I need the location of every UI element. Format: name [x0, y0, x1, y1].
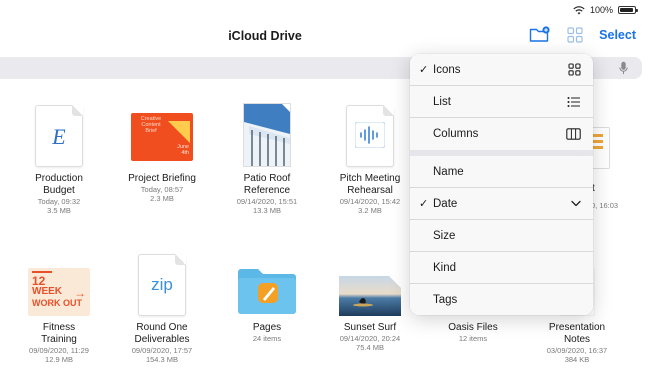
- file-size: 75.4 MB: [356, 343, 384, 352]
- screen: 100% iCloud Drive Select E Production Bu…: [0, 0, 650, 386]
- wifi-icon: [573, 6, 585, 15]
- keynote-letter: E: [52, 124, 66, 149]
- menu-item-name[interactable]: Name: [410, 156, 593, 188]
- audio-document-icon: [346, 105, 394, 167]
- list-icon: [567, 96, 581, 108]
- file-size: 12.9 MB: [45, 355, 73, 364]
- grid-view-icon[interactable]: [567, 26, 583, 43]
- menu-item-size[interactable]: Size: [410, 220, 593, 252]
- brief-title: Creative Content Brief: [140, 116, 162, 134]
- nav-actions: Select: [529, 26, 636, 43]
- menu-item-label: Name: [433, 165, 464, 178]
- file-size: 13.3 MB: [253, 206, 281, 215]
- menu-item-label: Size: [433, 229, 456, 242]
- file-date: 03/09/2020, 16:37: [546, 346, 608, 355]
- menu-item-list[interactable]: List: [410, 86, 593, 118]
- zip-label: zip: [151, 275, 173, 294]
- file-thumbnail: [225, 103, 309, 167]
- file-tile[interactable]: E Production Budget Today, 09:32 3.5 MB: [17, 103, 101, 215]
- file-thumbnail: 12 WEEK WORK OUT →: [17, 252, 101, 316]
- file-tile[interactable]: Sunset Surf 09/14/2020, 20:24 75.4 MB: [328, 252, 412, 352]
- grid-icon: [568, 63, 581, 76]
- file-date: 09/14/2020, 15:42: [339, 197, 401, 206]
- folder-item-count: 24 items: [252, 334, 282, 343]
- file-tile[interactable]: Creative Content Brief June 4th Project …: [120, 103, 204, 203]
- file-date: Today, 09:32: [37, 197, 81, 206]
- columns-icon: [566, 128, 581, 140]
- file-date: 09/09/2020, 11:29: [29, 346, 89, 355]
- file-tile[interactable]: Pages 24 items: [225, 252, 309, 343]
- zip-archive-icon: zip: [138, 254, 186, 316]
- battery-icon: [618, 6, 638, 14]
- architecture-image: [243, 103, 291, 167]
- status-bar: 100%: [573, 4, 638, 16]
- file-date: 0, 16:03: [591, 201, 619, 210]
- surf-video-image: [339, 276, 401, 316]
- file-tile[interactable]: 12 WEEK WORK OUT → Fitness Training 09/09…: [17, 252, 101, 364]
- workout-week: WEEK: [32, 286, 62, 297]
- brief-date: June 4th: [177, 144, 189, 156]
- menu-item-label: List: [433, 95, 451, 108]
- menu-item-label: Columns: [433, 128, 479, 140]
- menu-item-tags[interactable]: Tags: [410, 284, 593, 315]
- chevron-down-icon: [571, 200, 581, 207]
- battery-percentage: 100%: [589, 5, 613, 15]
- file-thumbnail: [328, 103, 412, 167]
- file-date: 09/14/2020, 15:51: [236, 197, 298, 206]
- file-thumbnail: Creative Content Brief June 4th: [120, 103, 204, 167]
- microphone-icon[interactable]: [619, 61, 628, 75]
- file-name: Round One Deliverables: [134, 322, 190, 345]
- view-options-menu: ✓ Icons List Columns Name ✓ Date Size Ki…: [410, 54, 593, 315]
- file-name: Project Briefing: [128, 173, 196, 184]
- file-size: 3.2 MB: [358, 206, 382, 215]
- file-date: 09/14/2020, 20:24: [339, 334, 401, 343]
- file-thumbnail: E: [17, 103, 101, 167]
- menu-item-label: Tags: [433, 294, 458, 306]
- file-tile[interactable]: Pitch Meeting Rehearsal 09/14/2020, 15:42…: [328, 103, 412, 215]
- brief-thumbnail: Creative Content Brief June 4th: [131, 113, 193, 161]
- file-thumbnail: zip: [120, 252, 204, 316]
- select-button[interactable]: Select: [599, 28, 636, 42]
- arrow-right-icon: →: [74, 286, 86, 300]
- keynote-document-icon: E: [35, 105, 83, 167]
- page-title: iCloud Drive: [228, 29, 302, 43]
- file-size: 3.5 MB: [47, 206, 71, 215]
- menu-item-label: Kind: [433, 261, 457, 274]
- file-size: 384 KB: [564, 355, 590, 364]
- checkmark-icon: ✓: [419, 198, 429, 210]
- file-name: Sunset Surf: [343, 322, 397, 333]
- file-name: Pages: [252, 322, 282, 333]
- file-name: Patio Roof Reference: [243, 173, 291, 196]
- menu-item-date[interactable]: ✓ Date: [410, 188, 593, 220]
- menu-item-columns[interactable]: Columns: [410, 118, 593, 150]
- file-name: Fitness Training: [41, 322, 77, 345]
- menu-item-label: Date: [433, 197, 458, 210]
- file-size: 2.3 MB: [150, 194, 174, 203]
- file-date: 09/09/2020, 17:57: [131, 346, 193, 355]
- file-thumbnail: [225, 252, 309, 316]
- file-tile[interactable]: zip Round One Deliverables 09/09/2020, 17…: [120, 252, 204, 364]
- menu-item-kind[interactable]: Kind: [410, 252, 593, 284]
- menu-item-label: Icons: [433, 63, 461, 76]
- folder-icon: [238, 269, 296, 314]
- file-date: Today, 08:57: [140, 185, 184, 194]
- folder-item-count: 12 items: [458, 334, 488, 343]
- checkmark-icon: ✓: [419, 64, 429, 76]
- workout-thumbnail: 12 WEEK WORK OUT →: [28, 268, 90, 316]
- file-name: Oasis Files: [448, 322, 498, 333]
- file-name: Production Budget: [35, 173, 83, 196]
- new-folder-icon[interactable]: [529, 26, 551, 43]
- file-tile[interactable]: Patio Roof Reference 09/14/2020, 15:51 13…: [225, 103, 309, 215]
- file-size: 154.3 MB: [145, 355, 179, 364]
- file-name: Presentation Notes: [548, 322, 606, 345]
- waveform-icon: [355, 122, 385, 148]
- file-thumbnail: [328, 252, 412, 316]
- file-name: Pitch Meeting Rehearsal: [339, 173, 401, 196]
- menu-item-icons[interactable]: ✓ Icons: [410, 54, 593, 86]
